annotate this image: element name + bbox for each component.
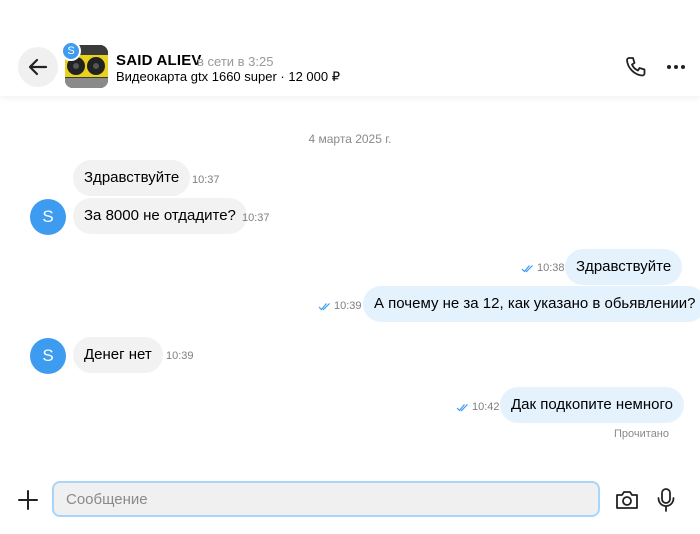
listing-title[interactable]: Видеокарта gtx 1660 super · 12 000 ₽ bbox=[116, 69, 340, 85]
contact-avatar[interactable]: S bbox=[30, 338, 66, 374]
read-status: Прочитано bbox=[614, 428, 669, 440]
attach-button[interactable] bbox=[16, 488, 40, 512]
message-bubble-incoming[interactable]: За 8000 не отдадите? bbox=[73, 198, 247, 234]
message-time: 10:42 bbox=[472, 401, 500, 413]
message-time-with-ticks: 10:38 bbox=[521, 262, 565, 274]
message-time: 10:39 bbox=[166, 350, 194, 362]
message-time: 10:37 bbox=[192, 174, 220, 186]
contact-avatar[interactable]: S bbox=[30, 199, 66, 235]
message-time-with-ticks: 10:39 bbox=[318, 300, 362, 312]
microphone-icon bbox=[657, 488, 675, 512]
message-bubble-outgoing[interactable]: А почему не за 12, как указано в обьявле… bbox=[363, 286, 700, 322]
message-bubble-outgoing[interactable]: Здравствуйте bbox=[565, 249, 683, 285]
call-button[interactable] bbox=[624, 55, 648, 79]
message-text: Здравствуйте bbox=[84, 169, 180, 186]
message-time-with-ticks: 10:42 bbox=[456, 401, 500, 413]
voice-message-button[interactable] bbox=[656, 487, 676, 513]
contact-name[interactable]: SAID ALIEV bbox=[116, 52, 202, 69]
message-time: 10:39 bbox=[334, 300, 362, 312]
message-bubble-incoming[interactable]: Денег нет bbox=[73, 337, 163, 373]
message-text: А почему не за 12, как указано в обьявле… bbox=[374, 295, 696, 312]
back-button[interactable] bbox=[18, 47, 58, 87]
arrow-left-icon bbox=[28, 58, 48, 76]
online-status: в сети в 3:25 bbox=[197, 54, 274, 69]
message-time: 10:37 bbox=[242, 212, 270, 224]
date-separator: 4 марта 2025 г. bbox=[308, 132, 392, 146]
message-time: 10:38 bbox=[537, 262, 565, 274]
plus-icon bbox=[18, 490, 38, 510]
double-check-icon bbox=[456, 403, 468, 411]
phone-icon bbox=[626, 57, 646, 77]
contact-mini-avatar: S bbox=[61, 41, 81, 61]
camera-button[interactable] bbox=[614, 488, 640, 512]
message-text: Дак подкопите немного bbox=[511, 396, 673, 413]
more-options-button[interactable] bbox=[664, 55, 688, 79]
camera-icon bbox=[616, 491, 638, 509]
double-check-icon bbox=[318, 302, 330, 310]
message-bubble-outgoing[interactable]: Дак подкопите немного bbox=[500, 387, 684, 423]
more-dots-icon bbox=[667, 65, 671, 69]
message-text: Здравствуйте bbox=[576, 258, 672, 275]
double-check-icon bbox=[521, 264, 533, 272]
message-text: Денег нет bbox=[84, 346, 152, 363]
message-bubble-incoming[interactable]: Здравствуйте bbox=[73, 160, 191, 196]
chat-header: S SAID ALIEV в сети в 3:25 Видеокарта gt… bbox=[0, 0, 700, 96]
message-input[interactable] bbox=[52, 481, 600, 517]
message-text: За 8000 не отдадите? bbox=[84, 207, 236, 224]
